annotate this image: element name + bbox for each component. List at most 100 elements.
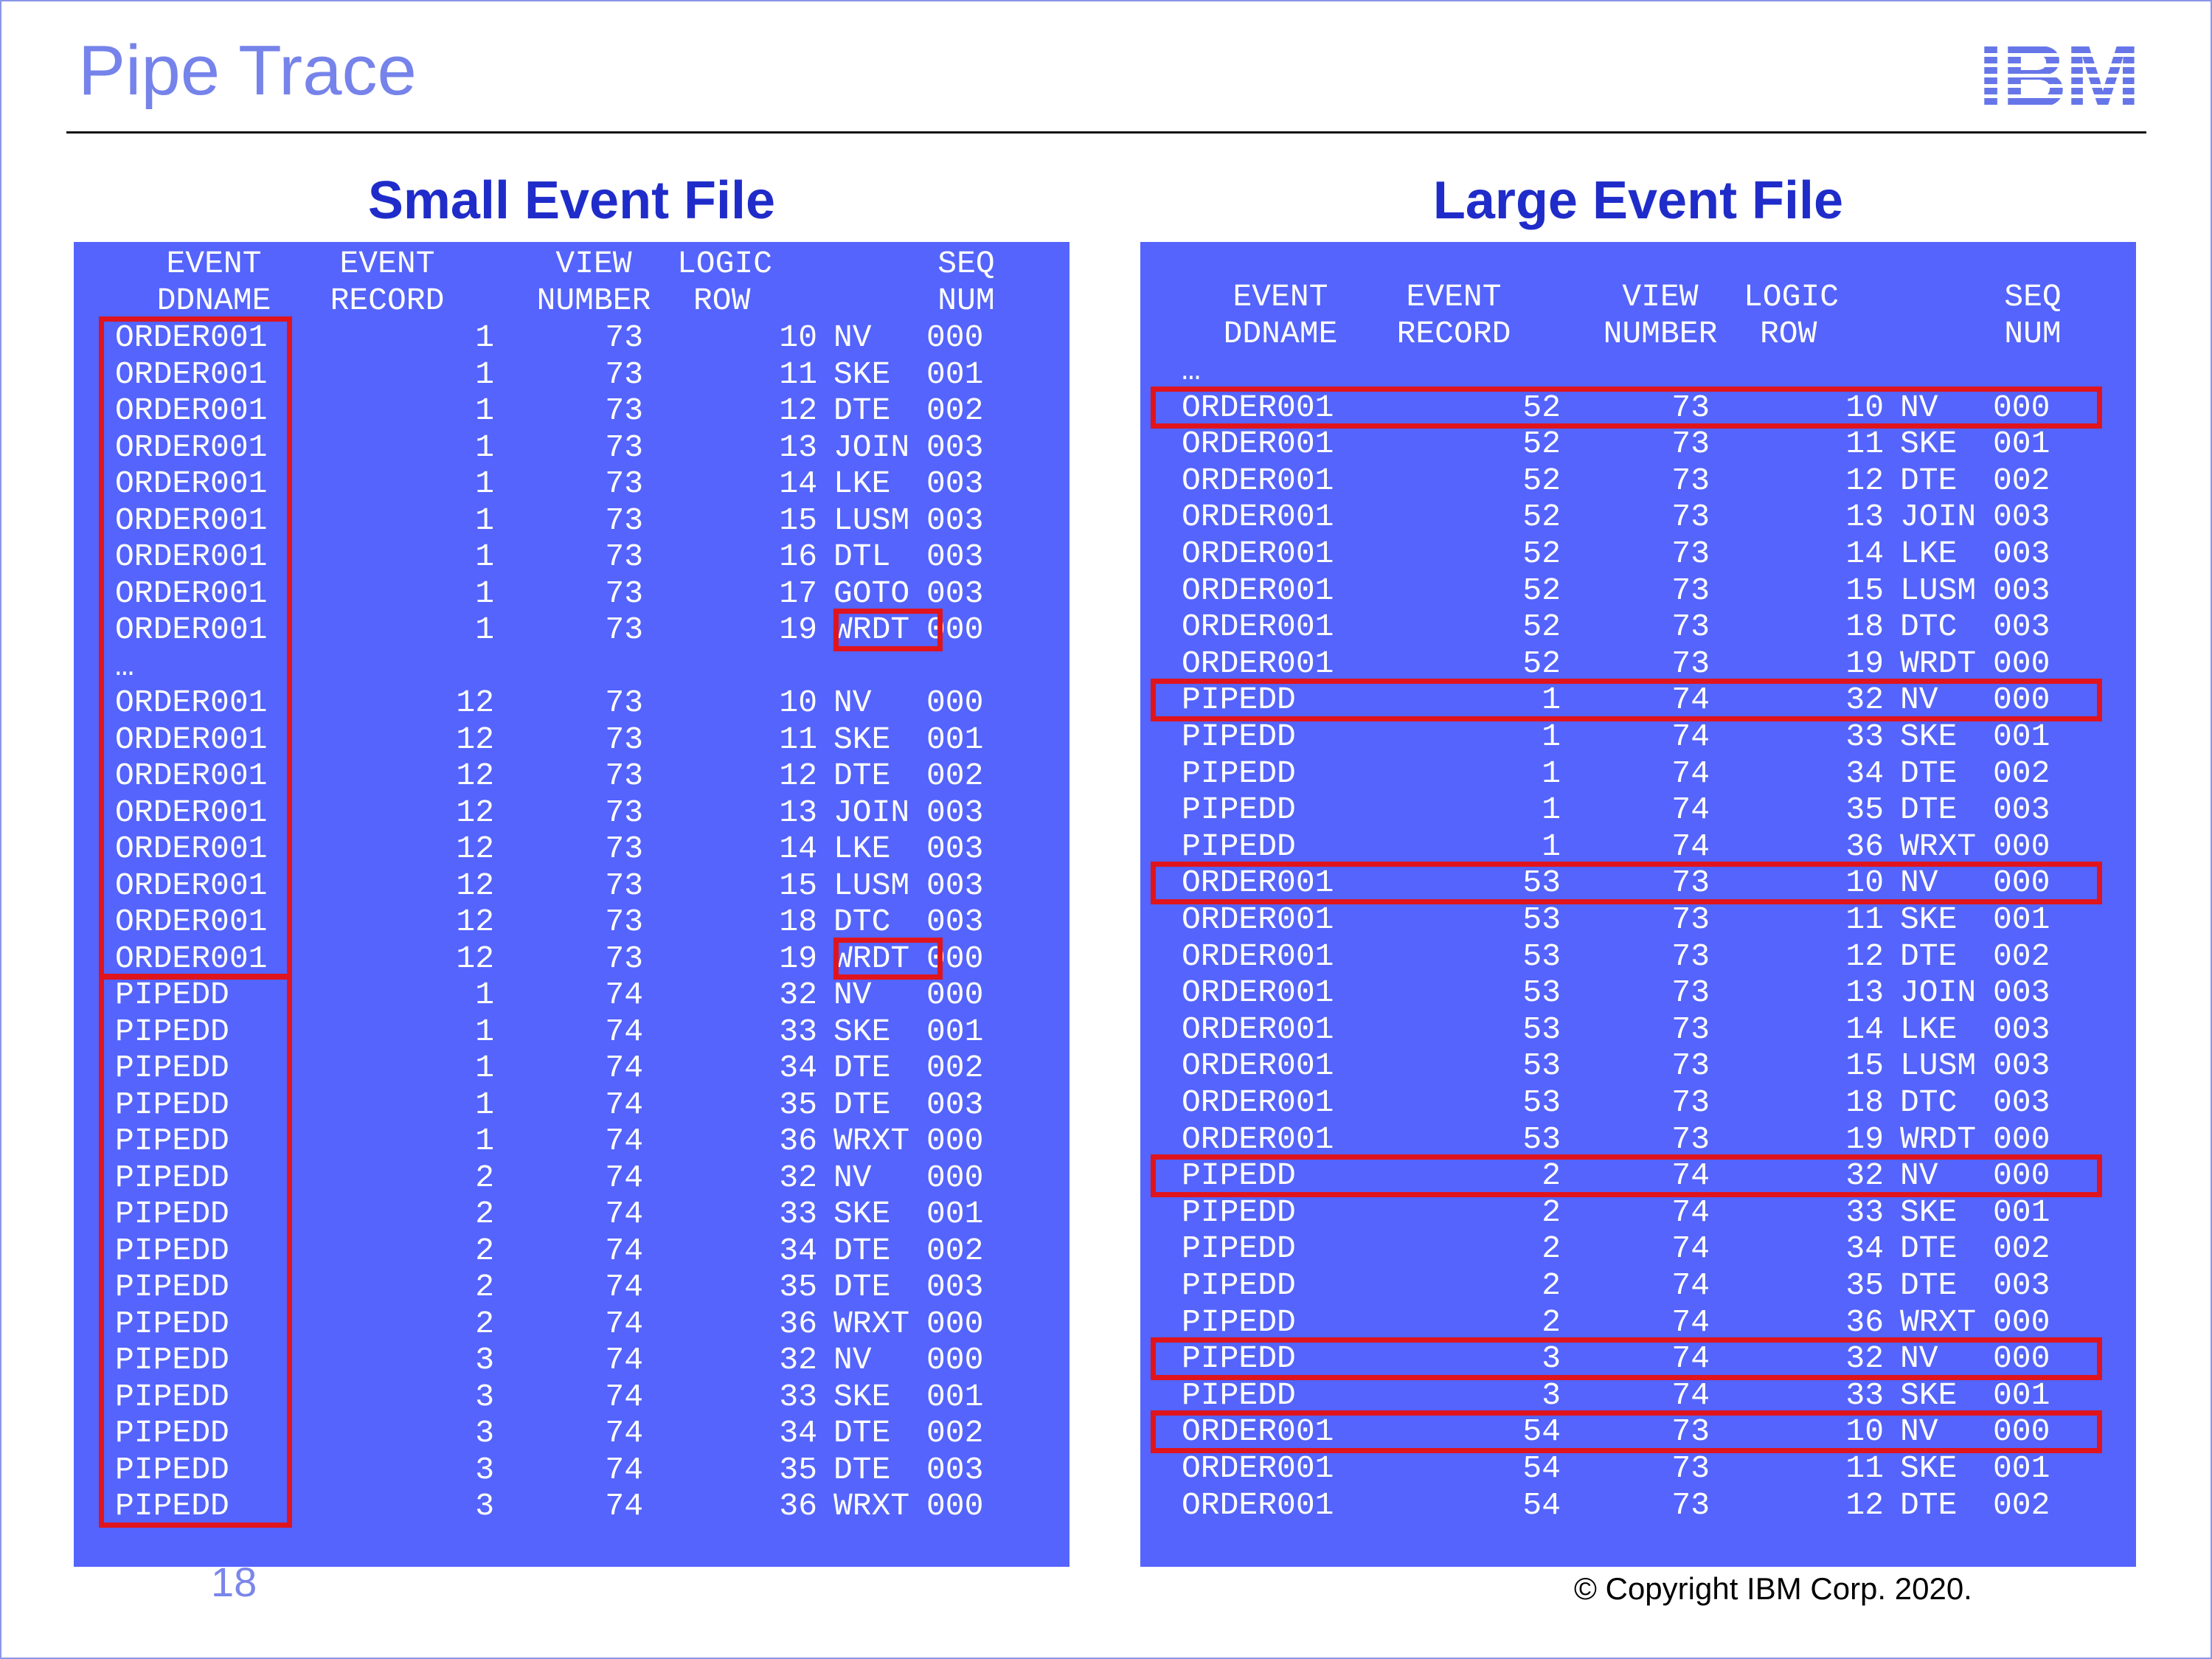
column-header: RECORD bbox=[330, 282, 445, 319]
trace-cell: NV bbox=[833, 1159, 872, 1196]
trace-cell: LUSM bbox=[1900, 572, 1977, 609]
highlight-box bbox=[833, 937, 943, 980]
slide-title: Pipe Trace bbox=[78, 31, 417, 110]
trace-cell: LUSM bbox=[833, 867, 910, 904]
trace-cell: DTE bbox=[1900, 755, 1958, 792]
trace-cell: NV bbox=[833, 319, 872, 356]
trace-cell: 74 bbox=[605, 977, 643, 1013]
trace-cell: LKE bbox=[1900, 1011, 1958, 1047]
trace-cell: 36 bbox=[779, 1488, 817, 1524]
trace-cell: 74 bbox=[1671, 718, 1710, 755]
trace-cell: 003 bbox=[1993, 572, 2050, 609]
trace-cell: 000 bbox=[1993, 1303, 2050, 1340]
trace-cell: 002 bbox=[1993, 938, 2050, 974]
ellipsis-row: … bbox=[1182, 353, 1201, 389]
trace-cell: 002 bbox=[1993, 1486, 2050, 1523]
trace-cell: 15 bbox=[779, 502, 817, 538]
trace-cell: ORDER001 bbox=[1182, 499, 1334, 536]
trace-cell: SKE bbox=[833, 1196, 891, 1232]
trace-cell: 000 bbox=[926, 319, 984, 356]
trace-cell: 002 bbox=[1993, 1230, 2050, 1267]
trace-cell: 74 bbox=[605, 1305, 643, 1342]
column-header: NUMBER bbox=[536, 282, 651, 319]
trace-cell: PIPEDD bbox=[1182, 1267, 1296, 1303]
trace-cell: DTE bbox=[833, 1050, 891, 1086]
trace-cell: 18 bbox=[779, 904, 817, 940]
trace-cell: 33 bbox=[1845, 1194, 1884, 1230]
trace-cell: 33 bbox=[779, 1378, 817, 1415]
trace-cell: SKE bbox=[1900, 901, 1958, 938]
trace-cell: 003 bbox=[926, 1086, 984, 1123]
trace-cell: NV bbox=[833, 977, 872, 1013]
trace-cell: SKE bbox=[833, 356, 891, 392]
trace-cell: DTE bbox=[833, 392, 891, 429]
trace-cell: ORDER001 bbox=[1182, 974, 1334, 1011]
trace-cell: 001 bbox=[1993, 1450, 2050, 1486]
trace-cell: 003 bbox=[926, 465, 984, 502]
trace-cell: 74 bbox=[1671, 792, 1710, 828]
trace-cell: ORDER001 bbox=[1182, 1486, 1334, 1523]
trace-cell: ORDER001 bbox=[1182, 426, 1334, 463]
trace-cell: DTC bbox=[1900, 1084, 1958, 1121]
trace-cell: 73 bbox=[1671, 426, 1710, 463]
trace-cell: 73 bbox=[1671, 1121, 1710, 1157]
trace-cell: 34 bbox=[779, 1050, 817, 1086]
trace-cell: ORDER001 bbox=[1182, 609, 1334, 645]
trace-cell: 34 bbox=[1845, 1230, 1884, 1267]
highlight-box bbox=[1151, 386, 2102, 429]
trace-cell: 73 bbox=[1671, 938, 1710, 974]
trace-cell: 13 bbox=[779, 794, 817, 831]
trace-cell: 74 bbox=[605, 1415, 643, 1451]
trace-cell: LUSM bbox=[833, 502, 910, 538]
trace-cell: DTE bbox=[1900, 1267, 1958, 1303]
trace-cell: 11 bbox=[1845, 1450, 1884, 1486]
trace-cell: 11 bbox=[1845, 901, 1884, 938]
trace-cell: 001 bbox=[1993, 1376, 2050, 1413]
trace-cell: 33 bbox=[779, 1013, 817, 1050]
trace-cell: 36 bbox=[779, 1123, 817, 1159]
trace-cell: 74 bbox=[605, 1342, 643, 1378]
trace-cell: 73 bbox=[1671, 1486, 1710, 1523]
trace-cell: 000 bbox=[926, 1159, 984, 1196]
trace-cell: 73 bbox=[1671, 572, 1710, 609]
trace-cell: 12 bbox=[1845, 462, 1884, 499]
trace-cell: 002 bbox=[1993, 755, 2050, 792]
trace-cell: 73 bbox=[1671, 645, 1710, 682]
highlight-box bbox=[833, 609, 943, 651]
highlight-box bbox=[1151, 862, 2102, 904]
trace-cell: 14 bbox=[1845, 536, 1884, 572]
trace-cell: 35 bbox=[779, 1451, 817, 1488]
copyright-notice: © Copyright IBM Corp. 2020. bbox=[1574, 1571, 1972, 1606]
trace-cell: 74 bbox=[605, 1451, 643, 1488]
trace-cell: 13 bbox=[779, 429, 817, 465]
trace-cell: 73 bbox=[605, 612, 643, 648]
trace-cell: 003 bbox=[926, 502, 984, 538]
trace-cell: 12 bbox=[1845, 1486, 1884, 1523]
trace-cell: 000 bbox=[926, 1342, 984, 1378]
trace-cell: 001 bbox=[1993, 718, 2050, 755]
highlight-box bbox=[99, 974, 292, 1528]
trace-cell: 35 bbox=[779, 1269, 817, 1305]
trace-cell: DTE bbox=[1900, 1486, 1958, 1523]
trace-cell: 74 bbox=[605, 1086, 643, 1123]
trace-cell: 001 bbox=[926, 1013, 984, 1050]
trace-cell: 74 bbox=[605, 1378, 643, 1415]
trace-cell: DTC bbox=[1900, 609, 1958, 645]
column-header: LOGIC bbox=[677, 246, 773, 282]
trace-cell: 000 bbox=[926, 1305, 984, 1342]
ibm-logo: IBM bbox=[1962, 35, 2155, 117]
trace-cell: JOIN bbox=[1900, 499, 1977, 536]
trace-cell: 18 bbox=[1845, 1084, 1884, 1121]
trace-cell: 003 bbox=[1993, 974, 2050, 1011]
title-divider bbox=[66, 131, 2146, 134]
trace-cell: DTE bbox=[1900, 1230, 1958, 1267]
trace-cell: 003 bbox=[926, 904, 984, 940]
trace-cell: 36 bbox=[1845, 828, 1884, 865]
trace-cell: ORDER001 bbox=[1182, 645, 1334, 682]
trace-cell: 002 bbox=[926, 1415, 984, 1451]
trace-cell: PIPEDD bbox=[1182, 1230, 1296, 1267]
trace-cell: DTE bbox=[1900, 792, 1958, 828]
column-header: ROW bbox=[1760, 315, 1817, 352]
column-header: SEQ bbox=[2004, 279, 2062, 315]
trace-cell: 73 bbox=[1671, 1047, 1710, 1084]
